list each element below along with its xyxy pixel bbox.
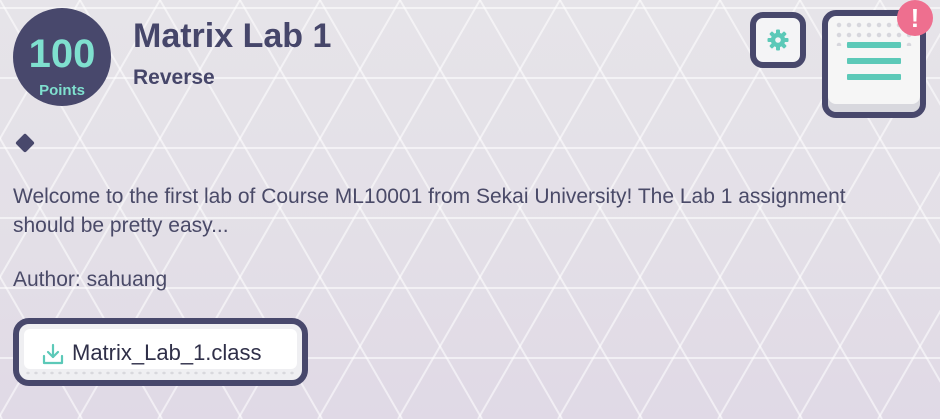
menu-lines-icon: [847, 74, 901, 80]
points-label: Points: [39, 82, 85, 99]
author-name: sahuang: [86, 268, 168, 291]
diamond-icon: [15, 133, 35, 153]
attachment-name: Matrix_Lab_1.class: [72, 340, 262, 365]
challenge-category: Reverse: [133, 66, 215, 89]
author-line: Author: sahuang: [13, 265, 167, 294]
download-file-button[interactable]: Matrix_Lab_1.class: [13, 318, 308, 386]
points-badge: 100 Points: [13, 8, 111, 106]
alert-badge: !: [897, 0, 933, 36]
gear-icon: [767, 29, 789, 51]
author-label: Author:: [13, 268, 81, 291]
download-icon: [42, 343, 64, 365]
menu-lines-icon: [847, 42, 901, 48]
settings-button[interactable]: [750, 12, 806, 68]
points-value: 100: [28, 32, 96, 76]
challenge-description: Welcome to the first lab of Course ML100…: [13, 185, 846, 237]
menu-lines-icon: [847, 58, 901, 64]
file-button-inner[interactable]: Matrix_Lab_1.class: [24, 329, 297, 369]
challenge-title: Matrix Lab 1: [133, 17, 332, 55]
